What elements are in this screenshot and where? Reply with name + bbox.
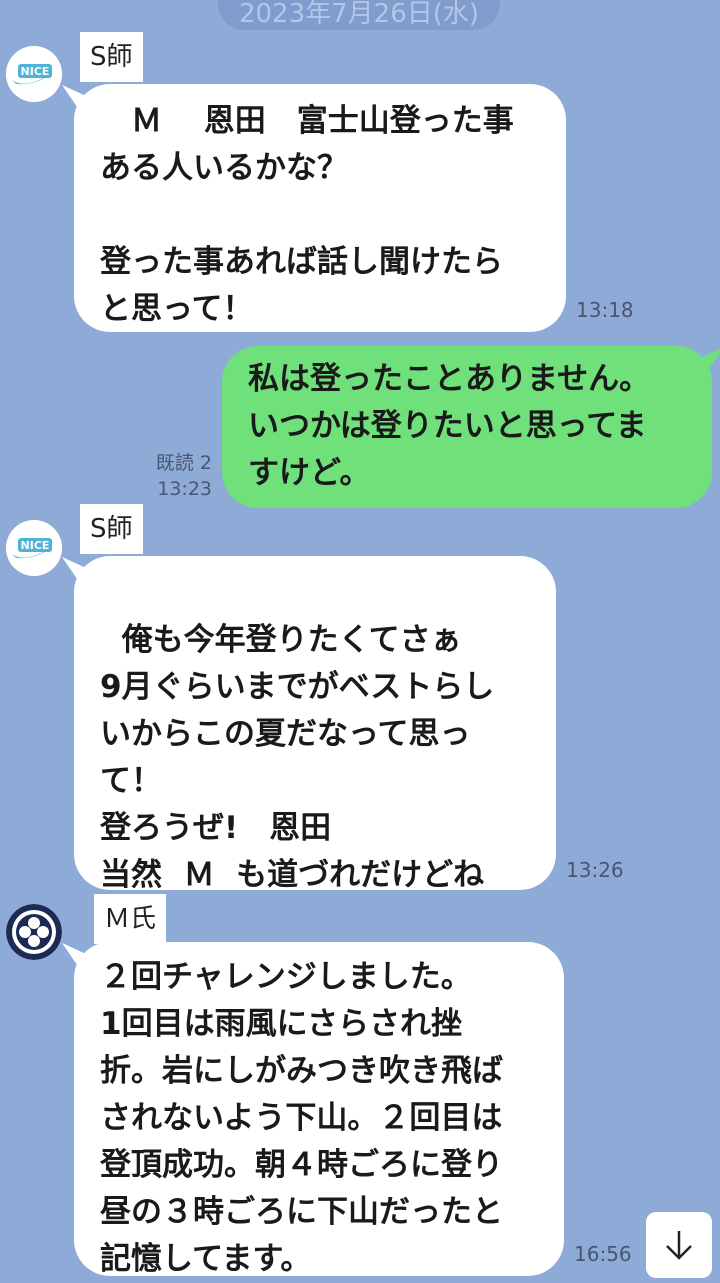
sender-name: Ｍ氏: [94, 894, 167, 944]
message-bubble-own[interactable]: 私は登ったことありません。 いつかは登りたいと思ってま すけど。: [222, 346, 712, 508]
nice-logo-icon[interactable]: NICE: [6, 520, 62, 576]
scroll-to-bottom-button[interactable]: [646, 1212, 712, 1278]
svg-text:NICE: NICE: [21, 539, 50, 552]
message-time: 13:23: [157, 478, 212, 500]
read-receipt: 既読 2 13:23: [140, 450, 212, 502]
nice-logo-icon[interactable]: NICE: [6, 46, 62, 102]
arrow-down-icon: [666, 1231, 692, 1260]
family-crest-icon[interactable]: [6, 904, 62, 960]
date-separator: 2023年7月26日(水): [218, 0, 500, 30]
sender-name: S師: [80, 32, 143, 82]
read-count: 既読 2: [155, 452, 212, 474]
message-bubble[interactable]: ２回チャレンジしました。 1回目は雨風にさらされ挫 折。岩にしがみつき吹き飛ば …: [74, 942, 564, 1277]
message-bubble[interactable]: Ｍ 恩田 富士山登った事 ある人いるかな？ 登った事あれば話し聞けたら と思って…: [74, 84, 566, 332]
message-bubble[interactable]: 俺も今年登りたくてさぁ 9月ぐらいまでがベストらし いからこの夏だなって思っ て…: [74, 556, 556, 1039]
message-time: 16:56: [574, 1242, 632, 1266]
date-label: 2023年7月26日(水): [238, 0, 480, 29]
sender-name: S師: [80, 504, 143, 554]
message-time: 13:26: [566, 858, 624, 882]
message-time: 13:18: [576, 298, 634, 322]
message-text: 俺も今年登りたくてさぁ 9月ぐらいまでがベストらし いからこの夏だなって思っ て…: [100, 622, 495, 893]
svg-text:NICE: NICE: [21, 65, 50, 78]
